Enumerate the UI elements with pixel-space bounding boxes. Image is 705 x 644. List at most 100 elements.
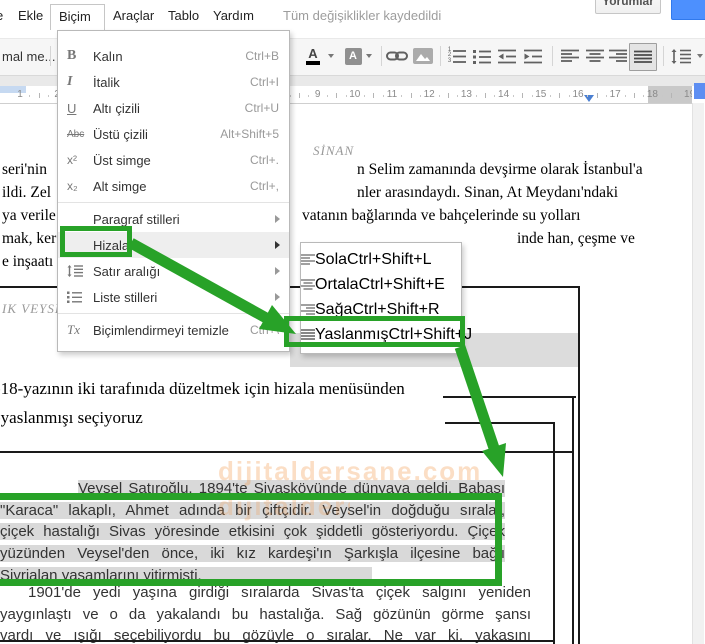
text-color-icon[interactable]: A <box>300 43 326 69</box>
format-menu: B Kalın Ctrl+B I İtalik Ctrl+I U Altı çizi… <box>57 30 290 352</box>
doc-text-line[interactable]: inde han, çeşme ve <box>517 230 635 248</box>
text-color-dropdown-icon[interactable] <box>328 54 334 58</box>
increase-indent-icon[interactable] <box>520 43 546 69</box>
ruler-tick <box>522 93 524 98</box>
menu-separator <box>58 202 289 203</box>
submenu-arrow-icon <box>275 293 280 301</box>
doc-fragment[interactable]: ya verile <box>2 207 56 225</box>
ruler-tick <box>661 95 663 97</box>
comments-button[interactable]: Yorumlar <box>595 0 661 14</box>
subscript-icon: x₂ <box>67 179 78 193</box>
menu-item-bold[interactable]: B Kalın Ctrl+B <box>58 43 289 69</box>
line-spacing-dropdown-icon[interactable] <box>697 54 703 58</box>
numbered-list-icon[interactable]: 1 2 3 <box>444 43 470 69</box>
menu-ekle[interactable]: Ekle <box>18 8 43 23</box>
ruler-tick <box>550 95 552 97</box>
doc-fragment[interactable]: e inşaatı <box>2 253 53 271</box>
menu-item-strikethrough[interactable]: Abc Üstü çizili Alt+Shift+5 <box>58 121 289 147</box>
ruler-tick <box>587 95 589 97</box>
paragraph[interactable]: 1901'de yedi yaşına girdiği sıralarda Si… <box>0 582 531 644</box>
align-left-icon[interactable] <box>557 43 583 69</box>
list-styles-icon <box>58 291 93 303</box>
submenu-item-sola[interactable]: Sola Ctrl+Shift+L <box>301 247 461 272</box>
scroll-top-marker[interactable] <box>694 83 705 99</box>
ruler-tick <box>401 95 403 97</box>
ruler-number: 10 <box>349 89 361 100</box>
strikethrough-icon: Abc <box>67 128 85 140</box>
doc-fragment[interactable]: mak, ker <box>2 230 56 248</box>
ruler-number: 9 <box>314 89 321 100</box>
paragraph-style-selector[interactable]: mal me... <box>2 49 55 64</box>
align-center-icon <box>301 279 315 290</box>
align-left-icon <box>301 254 315 265</box>
doc-text-line[interactable]: yaygınlaştı ve o da yakalandı bu hastalı… <box>0 604 531 626</box>
ruler-tick <box>38 93 40 98</box>
align-right-icon <box>301 304 315 315</box>
ruler-tick <box>559 93 561 98</box>
ruler-tick <box>531 95 533 97</box>
ruler-tick <box>438 95 440 97</box>
bulleted-list-icon[interactable] <box>469 43 495 69</box>
ruler-number: 18 <box>646 89 658 100</box>
menu-item-clear-formatting[interactable]: Tx Biçimlendirmeyi temizle Ctrl+\ <box>58 317 289 343</box>
highlight-color-icon[interactable]: A <box>340 43 366 69</box>
doc-text-line[interactable]: n Selim zamanında devşirme olarak İstanb… <box>357 161 643 179</box>
ruler-tick <box>364 95 366 97</box>
menu-item-superscript[interactable]: x² Üst simge Ctrl+. <box>58 147 289 173</box>
menu-bicim[interactable]: Biçim <box>50 4 105 30</box>
doc-text-line[interactable]: vatanın bağlarında ve bahçelerinde su yo… <box>302 207 580 225</box>
annotation-box-paragraph <box>0 493 502 586</box>
toolbar-separator <box>552 46 553 66</box>
menu-item-subscript[interactable]: x₂ Alt simge Ctrl+, <box>58 173 289 199</box>
submenu-arrow-icon <box>275 215 280 223</box>
toolbar-separator <box>381 46 382 66</box>
line-spacing-icon[interactable] <box>668 43 694 69</box>
ruler-number: 12 <box>423 89 435 100</box>
submenu-item-ortala[interactable]: Ortala Ctrl+Shift+E <box>301 272 461 297</box>
ruler-number: 19 <box>684 89 692 100</box>
ruler-tick <box>308 95 310 97</box>
clear-format-icon: Tx <box>67 322 80 337</box>
ruler-number: 11 <box>386 89 398 100</box>
submenu-arrow-icon <box>275 267 280 275</box>
menu-item-list-styles[interactable]: Liste stilleri <box>58 284 289 310</box>
menu-item-italic[interactable]: I İtalik Ctrl+I <box>58 69 289 95</box>
doc-fragment[interactable]: ildi. Zel <box>2 184 51 202</box>
ruler-tick <box>633 93 635 98</box>
ruler-number: 14 <box>498 89 510 100</box>
menu-item-underline[interactable]: U Altı çizili Ctrl+U <box>58 95 289 121</box>
doc-fragment[interactable]: seri'nin <box>2 161 47 179</box>
insert-link-icon[interactable] <box>384 43 410 69</box>
ruler-tick <box>568 95 570 97</box>
decrease-indent-icon[interactable] <box>494 43 520 69</box>
table-border <box>572 396 574 644</box>
ruler-number: 1 <box>17 89 23 100</box>
ruler-tick <box>419 95 421 97</box>
doc-heading-sinan[interactable]: SİNAN <box>313 143 354 159</box>
table-border <box>553 422 555 644</box>
ruler-tick <box>299 93 300 98</box>
align-right-icon[interactable] <box>605 43 631 69</box>
highlight-dropdown-icon[interactable] <box>366 54 372 58</box>
toolbar-separator <box>440 46 441 66</box>
insert-image-icon[interactable] <box>410 43 436 69</box>
doc-text-line[interactable]: nler arasındaydı. Sinan, At Meydanı'ndak… <box>357 184 618 202</box>
share-button[interactable] <box>671 0 705 20</box>
ruler-tick <box>512 95 514 97</box>
vertical-scrollbar[interactable] <box>692 103 704 644</box>
ruler-number: 13 <box>460 89 472 100</box>
menu-araclar[interactable]: Araçlar <box>113 8 154 23</box>
menu-tablo[interactable]: Tablo <box>168 8 199 23</box>
ruler-number: 15 <box>535 89 547 100</box>
doc-instruction-line[interactable]: -yaslanmışı seçiyoruz <box>0 408 143 428</box>
doc-instruction-line[interactable]: -18-yazının iki tarafınıda düzeltmek içi… <box>0 379 405 399</box>
justify-icon[interactable] <box>629 43 657 71</box>
table-border <box>0 640 555 642</box>
toolbar-separator <box>50 46 51 66</box>
menu-item-line-spacing[interactable]: Satır aralığı <box>58 258 289 284</box>
right-indent-marker[interactable] <box>584 95 594 102</box>
ruler-tick <box>326 95 328 97</box>
ruler-tick <box>475 95 477 97</box>
menu-yardim[interactable]: Yardım <box>213 8 254 23</box>
ruler-number: 16 <box>572 89 584 100</box>
